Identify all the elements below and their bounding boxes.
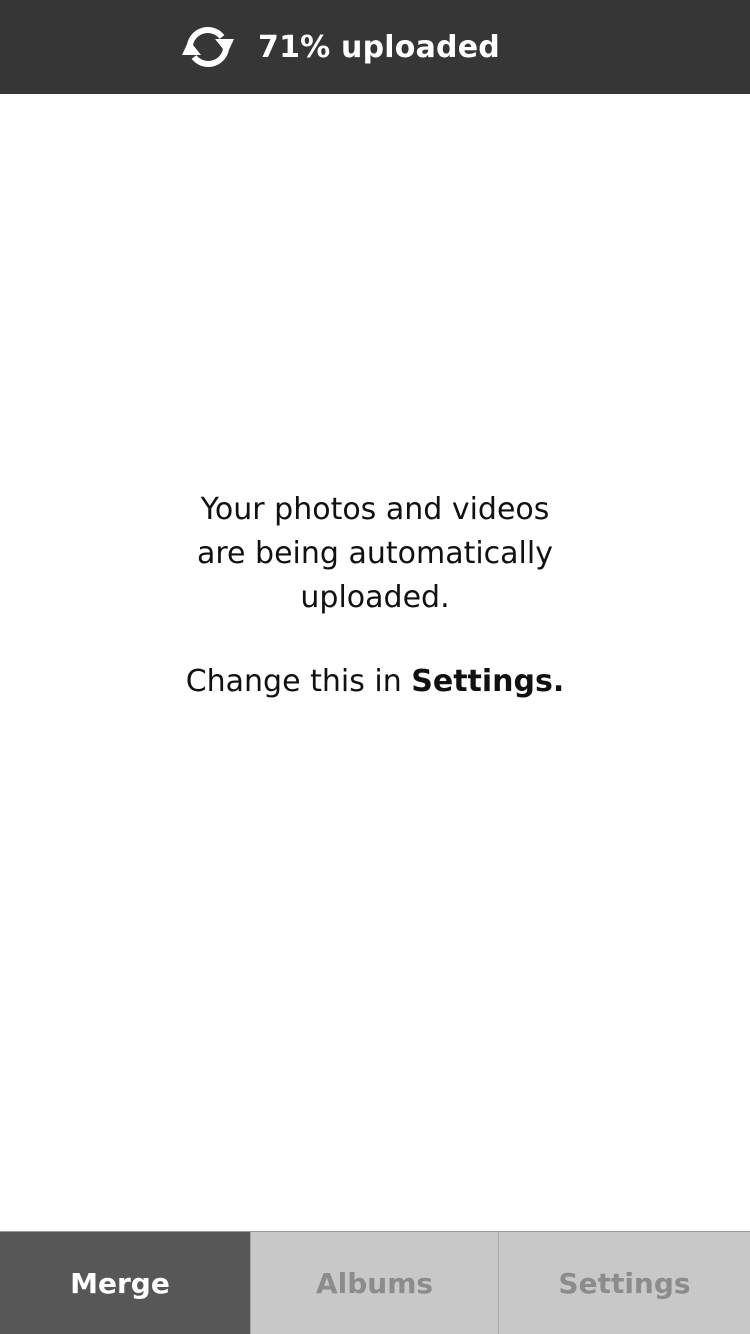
tab-settings[interactable]: Settings: [498, 1232, 750, 1334]
tab-albums[interactable]: Albums: [250, 1232, 498, 1334]
upload-status-bar: 71% uploaded: [0, 0, 750, 94]
settings-link[interactable]: Settings.: [411, 664, 564, 699]
message-line-3: uploaded.: [300, 580, 450, 615]
screen: 71% uploaded Your photos and videos are …: [0, 0, 750, 1334]
settings-hint-prefix: Change this in: [185, 664, 412, 699]
sync-icon: [178, 21, 238, 73]
settings-hint: Change this in Settings.: [0, 660, 750, 704]
upload-status-text: 71% uploaded: [258, 29, 500, 65]
message-line-2: are being automatically: [196, 536, 553, 571]
message-line-1: Your photos and videos: [200, 492, 550, 527]
bottom-tab-bar: Merge Albums Settings: [0, 1231, 750, 1334]
auto-upload-message: Your photos and videos are being automat…: [0, 488, 750, 704]
tab-merge[interactable]: Merge: [0, 1232, 250, 1334]
